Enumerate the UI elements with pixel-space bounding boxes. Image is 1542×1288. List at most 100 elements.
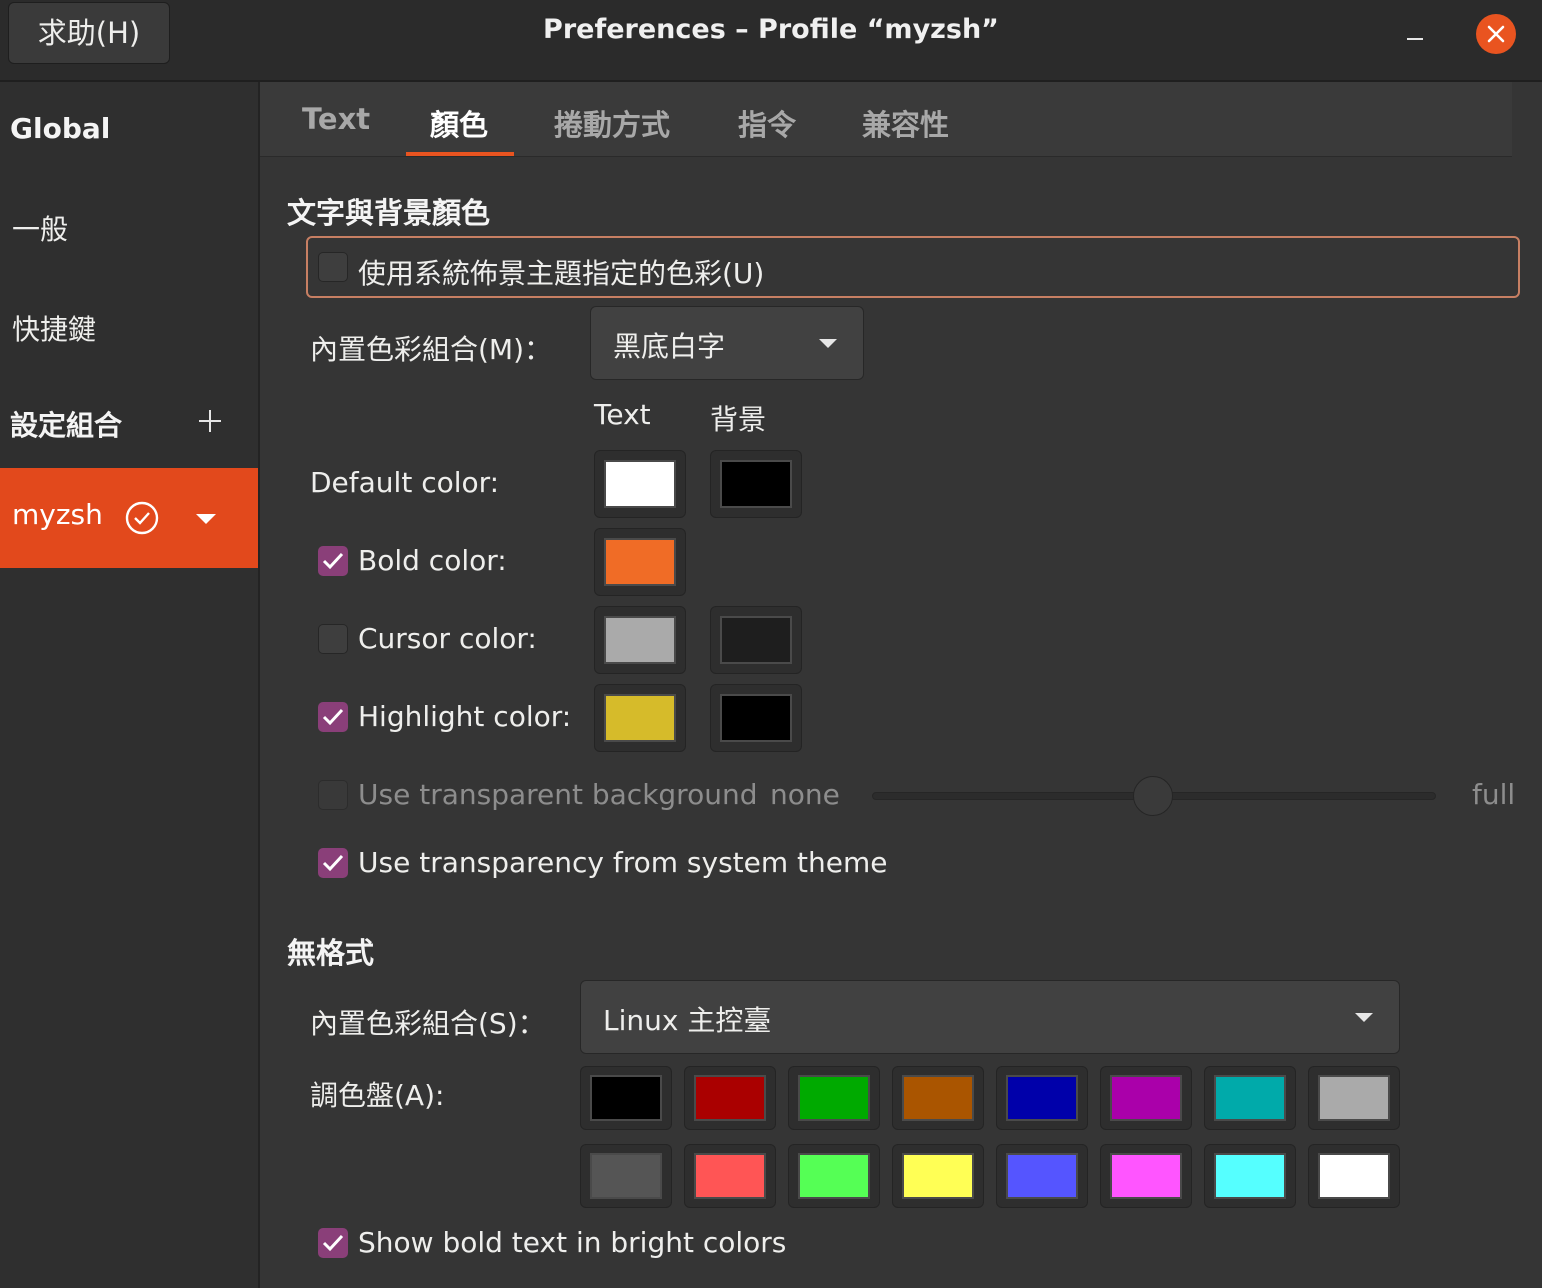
highlight-color-label: Highlight color: [358, 700, 572, 733]
swatch [590, 1075, 662, 1121]
bold-color-checkbox[interactable] [318, 546, 348, 576]
palette-color-button-2-8[interactable] [1308, 1144, 1400, 1208]
sidebar-item-shortcuts[interactable]: 快捷鍵 [12, 308, 96, 348]
default-color-label: Default color: [310, 466, 500, 499]
palette-color-button-2-4[interactable] [892, 1144, 984, 1208]
palette-color-button-2-6[interactable] [1100, 1144, 1192, 1208]
cursor-color-checkbox[interactable] [318, 624, 348, 654]
chevron-down-icon [1355, 1013, 1373, 1022]
swatch [1110, 1075, 1182, 1121]
swatch [694, 1153, 766, 1199]
palette-color-button-1-6[interactable] [1100, 1066, 1192, 1130]
sidebar-profiles-heading: 設定組合 [10, 409, 123, 442]
swatch [604, 694, 676, 742]
tab-text[interactable]: Text [302, 102, 370, 136]
palette-color-button-2-7[interactable] [1204, 1144, 1296, 1208]
window-title: Preferences – Profile “myzsh” [543, 14, 999, 45]
title-bar: 求助(H) Preferences – Profile “myzsh” [0, 0, 1542, 82]
palette-color-button-1-7[interactable] [1204, 1066, 1296, 1130]
highlight-background-color-button[interactable] [710, 684, 802, 752]
tab-scrolling[interactable]: 捲動方式 [554, 102, 670, 144]
builtin-scheme-value: 黑底白字 [613, 330, 726, 363]
swatch [798, 1153, 870, 1199]
default-profile-check-icon [125, 501, 159, 535]
text-column-header: Text [594, 398, 651, 431]
text-background-colors-heading: 文字與背景顏色 [287, 196, 491, 230]
swatch [1214, 1153, 1286, 1199]
swatch [720, 460, 792, 508]
default-text-color-button[interactable] [594, 450, 686, 518]
builtin-scheme-select[interactable]: 黑底白字 [590, 306, 864, 380]
swatch [1318, 1153, 1390, 1199]
swatch [720, 616, 792, 664]
palette-color-button-2-1[interactable] [580, 1144, 672, 1208]
swatch [604, 538, 676, 586]
checkmark-icon [322, 552, 344, 570]
bold-color-label: Bold color: [358, 544, 507, 577]
swatch [1006, 1153, 1078, 1199]
swatch [902, 1153, 974, 1199]
transparency-slider-handle[interactable] [1133, 776, 1173, 816]
background-column-header: 背景 [710, 403, 767, 436]
highlight-text-color-button[interactable] [594, 684, 686, 752]
transparency-max-label: full [1472, 778, 1516, 811]
transparency-min-label: none [770, 778, 840, 811]
checkmark-icon [322, 854, 344, 872]
transparent-background-label: Use transparent background [358, 778, 758, 811]
palette-scheme-label: 內置色彩組合(S)： [310, 1007, 546, 1040]
help-menu-button[interactable]: 求助(H) [8, 2, 170, 64]
swatch [798, 1075, 870, 1121]
close-icon [1487, 25, 1505, 43]
tab-compatibility[interactable]: 兼容性 [862, 102, 949, 144]
tab-colors[interactable]: 顏色 [430, 102, 488, 144]
palette-color-button-1-8[interactable] [1308, 1066, 1400, 1130]
tab-bar: Text 顏色 捲動方式 指令 兼容性 [260, 82, 1512, 157]
swatch [720, 694, 792, 742]
checkmark-icon [322, 1234, 344, 1252]
use-system-theme-checkbox[interactable] [318, 252, 348, 282]
transparent-background-checkbox[interactable] [318, 780, 348, 810]
system-transparency-label: Use transparency from system theme [358, 846, 888, 879]
cursor-background-color-button[interactable] [710, 606, 802, 674]
minimize-icon[interactable] [1407, 38, 1423, 40]
palette-color-button-2-5[interactable] [996, 1144, 1088, 1208]
active-tab-indicator [406, 152, 514, 156]
bold-text-color-button[interactable] [594, 528, 686, 596]
sidebar-item-general[interactable]: 一般 [12, 208, 68, 248]
swatch [1318, 1075, 1390, 1121]
sidebar: Global 一般 快捷鍵 設定組合 myzsh [0, 82, 260, 1288]
palette-scheme-select[interactable]: Linux 主控臺 [580, 980, 1400, 1054]
bright-bold-checkbox[interactable] [318, 1228, 348, 1258]
sidebar-global-heading: Global [10, 112, 111, 145]
palette-color-button-2-2[interactable] [684, 1144, 776, 1208]
profile-menu-chevron-down-icon[interactable] [194, 512, 218, 526]
profile-name: myzsh [12, 498, 103, 531]
chevron-down-icon [819, 339, 837, 348]
swatch [590, 1153, 662, 1199]
tab-command[interactable]: 指令 [738, 102, 796, 144]
close-button[interactable] [1476, 14, 1516, 54]
cursor-text-color-button[interactable] [594, 606, 686, 674]
palette-color-button-1-5[interactable] [996, 1066, 1088, 1130]
swatch [902, 1075, 974, 1121]
bright-bold-label: Show bold text in bright colors [358, 1226, 787, 1259]
palette-color-button-1-2[interactable] [684, 1066, 776, 1130]
system-transparency-checkbox[interactable] [318, 848, 348, 878]
palette-color-button-1-4[interactable] [892, 1066, 984, 1130]
palette-heading: 無格式 [287, 936, 375, 970]
sidebar-item-profile[interactable]: myzsh [0, 468, 258, 568]
swatch [694, 1075, 766, 1121]
palette-scheme-value: Linux 主控臺 [603, 1004, 772, 1037]
palette-color-button-2-3[interactable] [788, 1144, 880, 1208]
cursor-color-label: Cursor color: [358, 622, 537, 655]
swatch [1214, 1075, 1286, 1121]
builtin-scheme-label: 內置色彩組合(M)： [310, 333, 553, 366]
palette-color-button-1-1[interactable] [580, 1066, 672, 1130]
palette-color-button-1-3[interactable] [788, 1066, 880, 1130]
use-system-theme-label: 使用系統佈景主題指定的色彩(U) [358, 257, 765, 290]
highlight-color-checkbox[interactable] [318, 702, 348, 732]
palette-label: 調色盤(A): [310, 1079, 445, 1112]
default-background-color-button[interactable] [710, 450, 802, 518]
add-profile-icon[interactable] [196, 407, 224, 435]
swatch [1110, 1153, 1182, 1199]
